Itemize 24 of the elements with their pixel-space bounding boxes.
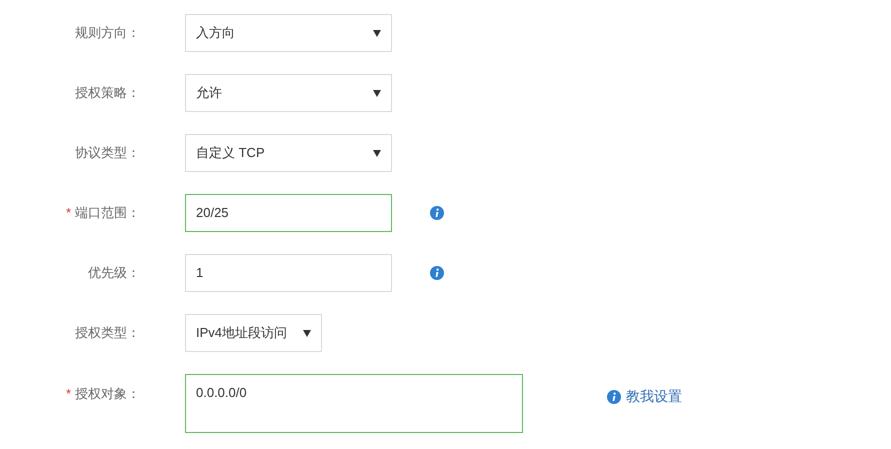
- required-asterisk: *: [66, 204, 71, 222]
- field-label: 授权类型：: [75, 324, 140, 342]
- dropdown[interactable]: 自定义 TCP: [185, 134, 392, 172]
- dropdown[interactable]: IPv4地址段访问: [185, 314, 322, 352]
- dropdown[interactable]: 入方向: [185, 14, 392, 52]
- caret-icon: [373, 90, 381, 96]
- field-label: 优先级：: [88, 264, 140, 282]
- field-label: 授权策略：: [75, 84, 140, 102]
- field-label: 协议类型：: [75, 144, 140, 162]
- help-link[interactable]: 教我设置: [626, 386, 682, 407]
- info-icon: [607, 390, 621, 404]
- info-icon[interactable]: [430, 266, 444, 280]
- field-label: 规则方向：: [75, 24, 140, 42]
- input-field[interactable]: 1: [185, 254, 392, 292]
- caret-icon: [373, 30, 381, 36]
- dropdown[interactable]: 允许: [185, 74, 392, 112]
- field-label: 授权对象：: [75, 385, 140, 403]
- required-asterisk: *: [66, 385, 71, 403]
- caret-icon: [303, 330, 312, 336]
- text-area[interactable]: 0.0.0.0/0: [185, 374, 523, 433]
- info-icon[interactable]: [430, 206, 444, 220]
- caret-icon: [373, 150, 381, 156]
- input-field[interactable]: 20/25: [185, 194, 392, 232]
- field-label: 端口范围：: [75, 204, 140, 222]
